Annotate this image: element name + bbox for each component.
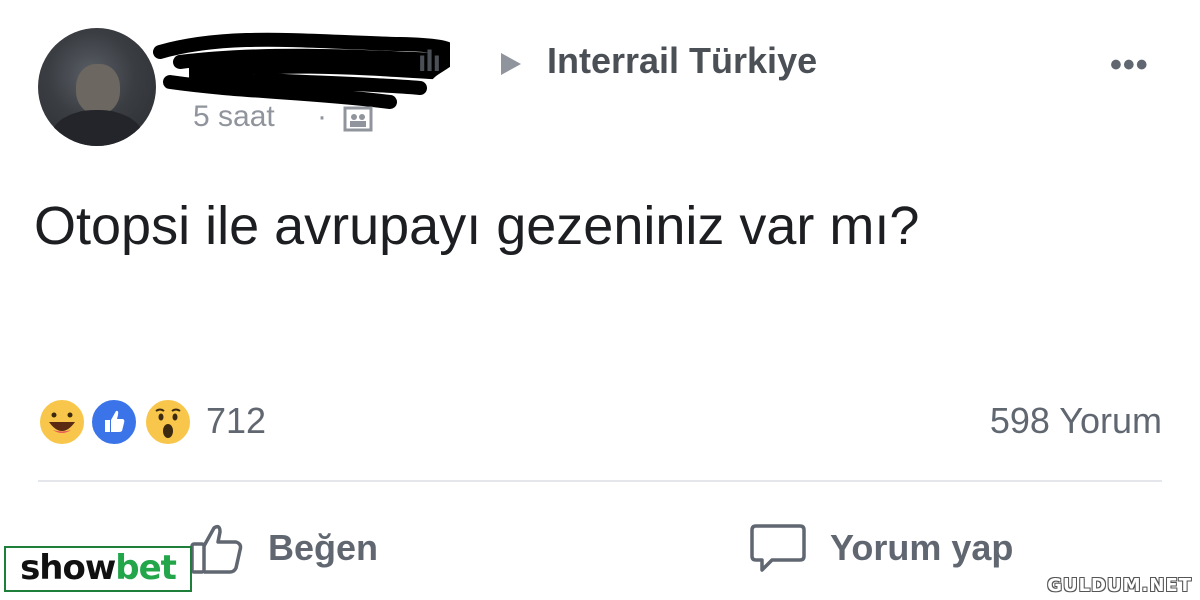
wow-icon — [144, 398, 192, 446]
comment-count[interactable]: 598 Yorum — [990, 400, 1162, 442]
comment-button[interactable]: Yorum yap — [748, 520, 1013, 576]
comment-bubble-icon — [750, 524, 806, 572]
logo-part-show: show — [20, 548, 116, 588]
author-avatar[interactable] — [38, 28, 156, 146]
action-divider — [38, 480, 1162, 482]
more-dots-icon[interactable]: ••• — [1110, 48, 1149, 82]
arrow-right-icon — [501, 53, 521, 75]
thumbs-up-icon — [190, 524, 243, 574]
group-audience-icon — [343, 106, 373, 132]
haha-icon — [38, 398, 86, 446]
name-redaction-scribble — [153, 32, 450, 109]
group-name-link[interactable]: Interrail Türkiye — [547, 40, 817, 82]
avatar-shoulders — [50, 110, 144, 146]
logo-part-bet: bet — [115, 548, 177, 588]
reactions-summary[interactable] — [38, 398, 198, 446]
like-label: Beğen — [268, 527, 379, 568]
reaction-count[interactable]: 712 — [206, 400, 266, 442]
showbet-logo: showbet — [4, 546, 192, 592]
comment-label: Yorum yap — [830, 527, 1014, 568]
post-text: Otopsi ile avrupayı gezeniniz var mı? — [34, 196, 920, 256]
author-name-fragment[interactable]: ılı — [418, 45, 441, 79]
meta-separator: · — [317, 100, 327, 133]
avatar-face — [76, 64, 120, 114]
like-button[interactable]: Beğen — [186, 520, 378, 576]
like-icon — [90, 398, 138, 446]
watermark: GULDUM.NET — [1047, 575, 1192, 596]
post-timestamp[interactable]: 5 saat — [193, 100, 275, 134]
